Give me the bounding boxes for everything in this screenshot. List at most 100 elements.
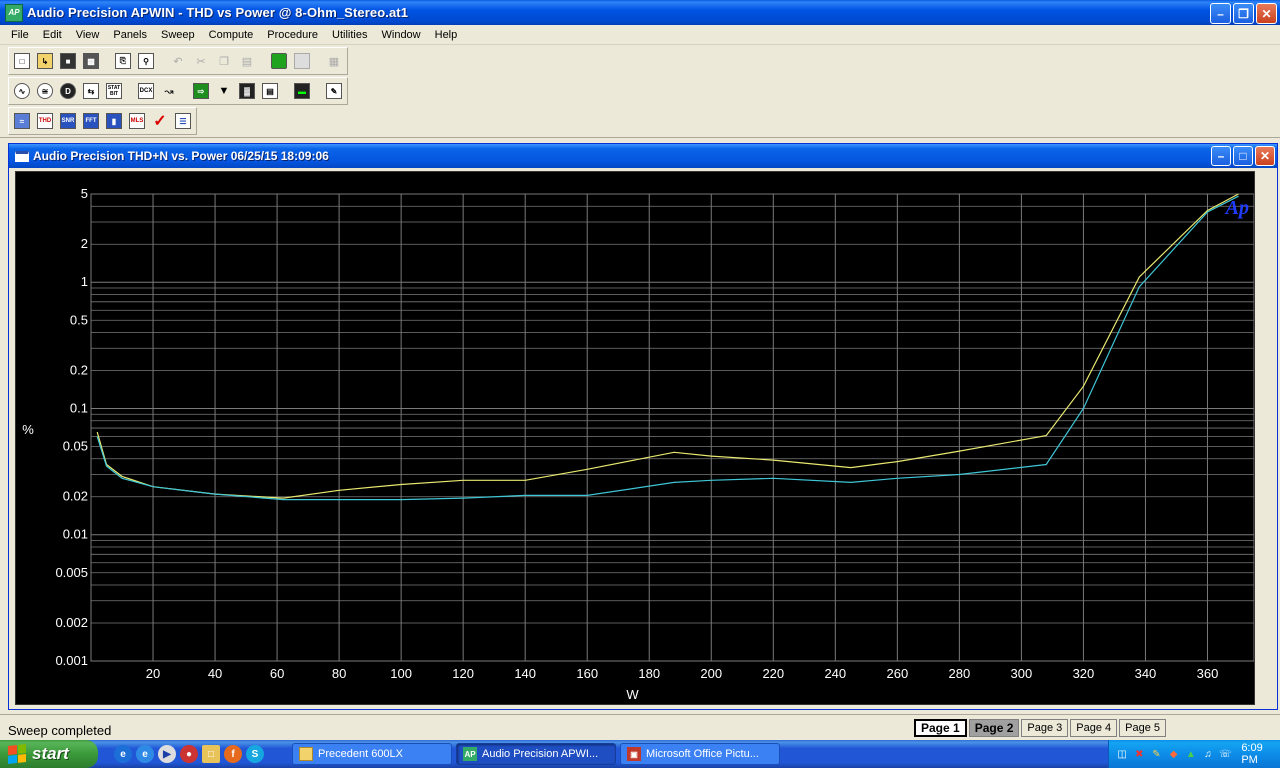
tray-x-icon[interactable]: ✖ <box>1132 747 1146 762</box>
stop-icon[interactable] <box>291 50 313 72</box>
multitone-icon[interactable]: ▮ <box>103 110 125 132</box>
open-folder-icon[interactable]: ↳ <box>34 50 56 72</box>
cut-icon[interactable]: ✂ <box>190 50 212 72</box>
tray-shield-icon[interactable]: ◆ <box>1167 747 1181 762</box>
minimize-button[interactable]: – <box>1210 3 1231 24</box>
y-tick-label: 0.001 <box>55 653 88 668</box>
firefox-icon[interactable]: f <box>224 745 242 763</box>
graph-icon[interactable]: ≈ <box>11 110 33 132</box>
restore-button[interactable]: ❐ <box>1233 3 1254 24</box>
x-tick-label: 220 <box>762 666 784 681</box>
graph-minimize-button[interactable]: – <box>1211 146 1231 166</box>
page-tab-1[interactable]: Page 1 <box>914 719 967 737</box>
loudness-icon[interactable]: ▬ <box>291 80 313 102</box>
menu-view[interactable]: View <box>69 29 107 41</box>
menu-compute[interactable]: Compute <box>202 29 261 41</box>
mls-icon[interactable]: MLS <box>126 110 148 132</box>
menu-procedure[interactable]: Procedure <box>260 29 325 41</box>
bit-label: BIT <box>109 91 119 97</box>
graph-maximize-button[interactable]: □ <box>1233 146 1253 166</box>
page-tab-5[interactable]: Page 5 <box>1119 719 1167 737</box>
print-icon[interactable]: ⎘ <box>112 50 134 72</box>
menu-panels[interactable]: Panels <box>106 29 154 41</box>
menu-edit[interactable]: Edit <box>36 29 69 41</box>
y-tick-label: 0.002 <box>55 615 88 630</box>
go-icon[interactable] <box>268 50 290 72</box>
x-tick-label: 160 <box>576 666 598 681</box>
undo-icon[interactable]: ↶ <box>167 50 189 72</box>
tray-phone-icon[interactable]: ☏ <box>1218 747 1232 762</box>
settling-icon[interactable]: ▼ <box>213 80 235 102</box>
stat-bit-icon[interactable]: STAT BIT <box>103 80 125 102</box>
copy-icon[interactable]: ❐ <box>213 50 235 72</box>
grid-icon[interactable]: ▦ <box>323 50 345 72</box>
x-tick-label: 320 <box>1073 666 1095 681</box>
y-tick-label: 0.02 <box>63 489 88 504</box>
media-player-icon[interactable]: ▶ <box>158 745 176 763</box>
main-titlebar: AP Audio Precision APWIN - THD vs Power … <box>0 0 1280 25</box>
dsp-icon[interactable]: D <box>57 80 79 102</box>
ie-icon[interactable]: e <box>114 745 132 763</box>
task-precedent-folder[interactable]: Precedent 600LX <box>292 743 452 765</box>
fft-icon[interactable]: FFT <box>80 110 102 132</box>
quick-launch: e e ▶ ● □ f S <box>114 745 264 763</box>
thd-icon[interactable]: THD <box>34 110 56 132</box>
skype-icon[interactable]: S <box>246 745 264 763</box>
x-tick-label: 40 <box>208 666 222 681</box>
thd-power-graph[interactable]: 0.001 0.002 0.005 0.01 0.02 0.05 0.1 0.2 0.5 1 2 5 2… <box>15 171 1255 705</box>
graph-window: Audio Precision THD+N vs. Power 06/25/15… <box>8 143 1278 710</box>
menu-window[interactable]: Window <box>375 29 428 41</box>
analyzer-icon[interactable]: ≅ <box>34 80 56 102</box>
x-tick-label: 280 <box>949 666 971 681</box>
x-tick-label: 60 <box>270 666 284 681</box>
tray-security-icon[interactable]: ▲ <box>1184 747 1198 762</box>
snr-icon[interactable]: SNR <box>57 110 79 132</box>
dcx-icon[interactable]: DCX <box>135 80 157 102</box>
panel-icon[interactable]: ▤ <box>259 80 281 102</box>
check-icon[interactable]: ✓ <box>149 110 171 132</box>
paste-icon[interactable]: ▤ <box>236 50 258 72</box>
network-icon[interactable]: ◫ <box>1115 747 1129 762</box>
ap-logo: Ap <box>1224 197 1249 219</box>
snr-label: SNR <box>61 118 75 124</box>
swap-icon[interactable]: ⇆ <box>80 80 102 102</box>
switcher-icon[interactable]: ↝ <box>158 80 180 102</box>
page-tab-4[interactable]: Page 4 <box>1070 719 1118 737</box>
mls-label: MLS <box>130 118 144 124</box>
menu-utilities[interactable]: Utilities <box>325 29 374 41</box>
graph-close-button[interactable]: ✕ <box>1255 146 1275 166</box>
list-icon[interactable]: ☰ <box>172 110 194 132</box>
menu-help[interactable]: Help <box>428 29 465 41</box>
apwin-icon: AP <box>463 747 477 761</box>
y-tick-label: 5 <box>81 186 88 201</box>
start-label: start <box>32 744 69 763</box>
close-button[interactable]: ✕ <box>1256 3 1277 24</box>
page-tab-3[interactable]: Page 3 <box>1021 719 1069 737</box>
picture-manager-icon: ▣ <box>627 747 641 761</box>
page-tab-2[interactable]: Page 2 <box>968 719 1020 737</box>
task-apwin[interactable]: AP Audio Precision APWI... <box>456 743 616 765</box>
print-preview-icon[interactable]: ⚲ <box>135 50 157 72</box>
task-picture-manager[interactable]: ▣ Microsoft Office Pictu... <box>620 743 780 765</box>
sweep-icon[interactable]: ⇨ <box>190 80 212 102</box>
x-tick-label: 80 <box>332 666 346 681</box>
taskbar-tasks: Precedent 600LX AP Audio Precision APWI.… <box>292 743 780 765</box>
media-center-icon[interactable]: ● <box>180 745 198 763</box>
menu-sweep[interactable]: Sweep <box>154 29 202 41</box>
y-tick-label: 0.2 <box>70 362 88 377</box>
edit-icon[interactable]: ✎ <box>323 80 345 102</box>
x-tick-label: 360 <box>1197 666 1219 681</box>
generator-icon[interactable]: ∿ <box>11 80 33 102</box>
save-icon[interactable]: ■ <box>57 50 79 72</box>
ie-alt-icon[interactable]: e <box>136 745 154 763</box>
save-all-icon[interactable]: ▩ <box>80 50 102 72</box>
folder-quick-icon[interactable]: □ <box>202 745 220 763</box>
thd-label: THD <box>38 118 52 124</box>
menu-file[interactable]: File <box>4 29 36 41</box>
tray-pen-icon[interactable]: ✎ <box>1149 747 1163 762</box>
tray-speaker-icon[interactable]: ♫ <box>1201 747 1215 762</box>
new-file-icon[interactable]: □ <box>11 50 33 72</box>
bar-graph-icon[interactable]: ▓ <box>236 80 258 102</box>
start-button[interactable]: start <box>0 740 98 768</box>
windows-flag-icon <box>8 744 26 764</box>
